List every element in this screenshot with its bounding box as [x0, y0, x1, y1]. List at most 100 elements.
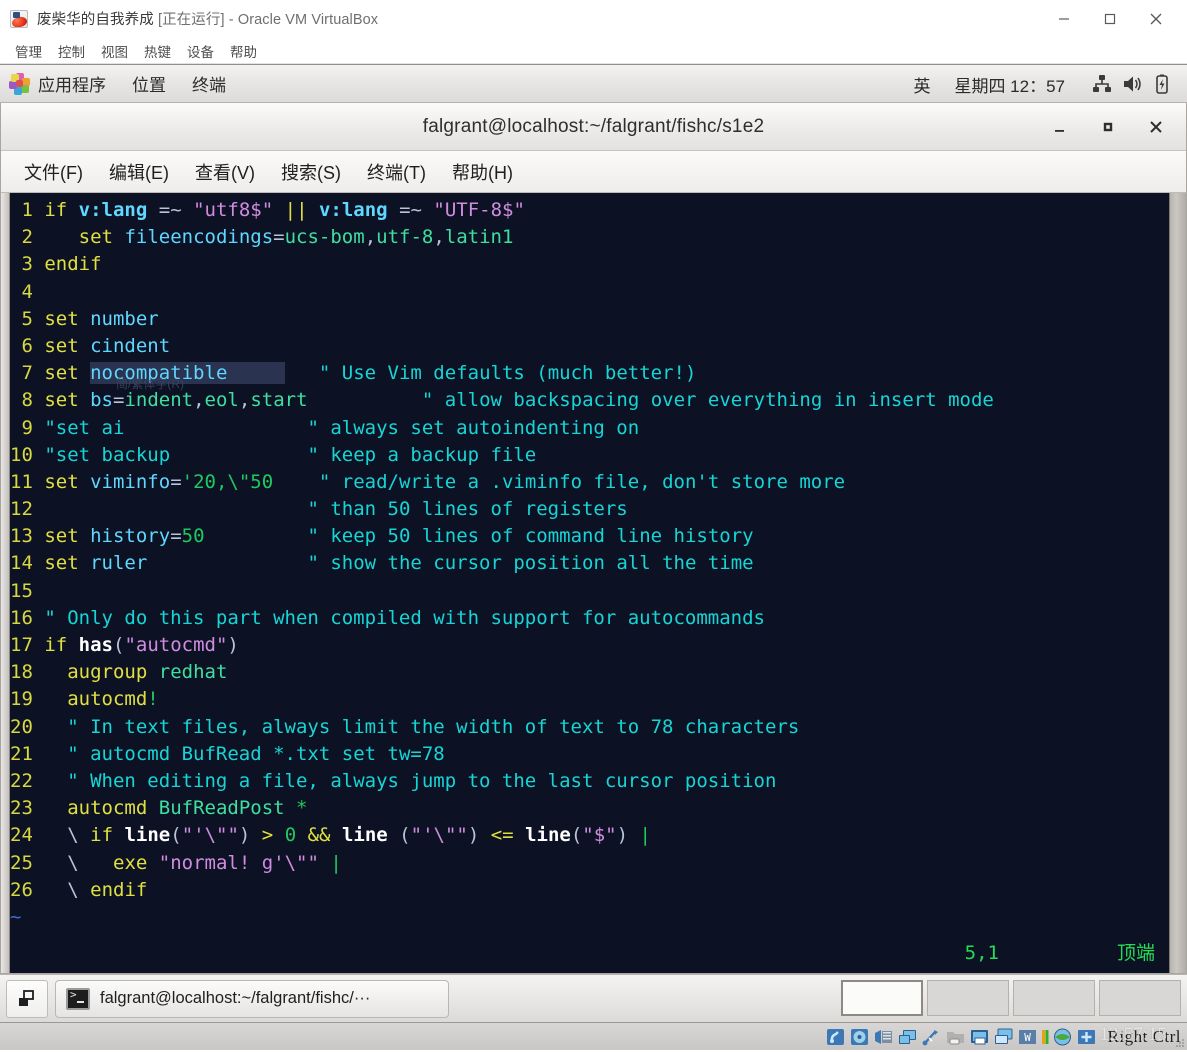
remote-display-icon[interactable]	[993, 1027, 1014, 1047]
terminal-window: falgrant@localhost:~/falgrant/fishc/s1e2…	[0, 103, 1187, 974]
maximize-icon[interactable]	[1084, 103, 1132, 151]
minimize-icon[interactable]	[1036, 103, 1084, 151]
code-line: 14 set ruler " show the cursor position …	[10, 550, 1169, 577]
battery-icon[interactable]	[1147, 65, 1177, 103]
code-line: 18 augroup redhat	[10, 659, 1169, 686]
tilde-filler: ~	[10, 904, 1169, 931]
display-icon[interactable]	[969, 1027, 990, 1047]
usb-icon[interactable]	[921, 1027, 942, 1047]
code-line: 11 set viminfo='20,\"50 " read/write a .…	[10, 469, 1169, 496]
network-icon[interactable]	[1087, 65, 1117, 103]
menu-edit[interactable]: 编辑(E)	[96, 157, 182, 187]
menu-terminal[interactable]: 终端(T)	[354, 157, 439, 187]
workspace-4[interactable]	[1099, 980, 1181, 1016]
code-line: 13 set history=50 " keep 50 lines of com…	[10, 523, 1169, 550]
code-line: 22 " When editing a file, always jump to…	[10, 768, 1169, 795]
panel-tray: 英 星期四 12：57	[913, 65, 1187, 103]
vim-position-label: 顶端	[1117, 940, 1155, 967]
code-line: 1 if v:lang =~ "utf8$" || v:lang =~ "UTF…	[10, 197, 1169, 224]
host-key-label: Right Ctrl	[1108, 1027, 1181, 1047]
shared-folder-icon[interactable]	[945, 1027, 966, 1047]
code-line: 20 " In text files, always limit the wid…	[10, 714, 1169, 741]
virtualbox-window: 废柴华的自我养成 [正在运行] - Oracle VM VirtualBox 管…	[0, 0, 1187, 1050]
virtualbox-statusbar: W Right Ctrl 12:57:15	[0, 1022, 1187, 1050]
vbox-menu-manage[interactable]: 管理	[8, 39, 49, 63]
code-line: 3 endif	[10, 251, 1169, 278]
terminal-left-scrollbar[interactable]	[1, 193, 10, 973]
minimize-icon[interactable]	[1041, 0, 1087, 38]
floppy-icon[interactable]	[873, 1027, 894, 1047]
gnome-taskbar: falgrant@localhost:~/falgrant/fishc/···	[0, 974, 1187, 1022]
show-desktop-icon[interactable]	[6, 980, 48, 1018]
code-line: 7 set nocompatible " Use Vim defaults (m…	[10, 360, 1169, 387]
close-icon[interactable]	[1132, 103, 1180, 151]
vim-buffer-text[interactable]: 1 if v:lang =~ "utf8$" || v:lang =~ "UTF…	[10, 193, 1169, 973]
vbox-menu-view[interactable]: 视图	[94, 39, 135, 63]
virtualbox-title-main: 废柴华的自我养成	[37, 12, 154, 28]
terminal-right-scrollbar[interactable]	[1169, 193, 1186, 973]
optical-disk-icon[interactable]	[849, 1027, 870, 1047]
vim-editor[interactable]: 1 if v:lang =~ "utf8$" || v:lang =~ "UTF…	[1, 193, 1186, 973]
virtualbox-window-controls	[1041, 0, 1187, 38]
volume-icon[interactable]	[1117, 65, 1147, 103]
code-line: 16 " Only do this part when compiled wit…	[10, 605, 1169, 632]
code-line: 4	[10, 279, 1169, 306]
cpu-load-icon[interactable]	[1041, 1027, 1049, 1047]
gnome-top-panel: 应用程序 位置 终端 英 星期四 12：57	[0, 65, 1187, 103]
panel-item-applications[interactable]: 应用程序	[38, 71, 106, 96]
workspace-2[interactable]	[927, 980, 1009, 1016]
maximize-icon[interactable]	[1087, 0, 1133, 38]
menu-view[interactable]: 查看(V)	[182, 157, 268, 187]
workspace-3[interactable]	[1013, 980, 1095, 1016]
virtualbox-icon	[10, 10, 28, 28]
vim-status-line: 5,1 顶端	[10, 940, 1169, 967]
code-line: 15	[10, 578, 1169, 605]
virtualbox-titlebar: 废柴华的自我养成 [正在运行] - Oracle VM VirtualBox	[0, 0, 1187, 38]
code-line: 26 \ endif	[10, 877, 1169, 904]
terminal-title: falgrant@localhost:~/falgrant/fishc/s1e2	[423, 116, 765, 138]
input-method-indicator[interactable]: 英	[913, 72, 930, 97]
terminal-titlebar: falgrant@localhost:~/falgrant/fishc/s1e2	[1, 103, 1186, 151]
vbox-menu-control[interactable]: 控制	[51, 39, 92, 63]
terminal-icon	[66, 988, 90, 1010]
code-line: 24 \ if line("'\"") > 0 && line ("'\"") …	[10, 822, 1169, 849]
applications-pinwheel-icon[interactable]	[9, 73, 31, 95]
menu-search[interactable]: 搜索(S)	[268, 157, 354, 187]
recording-icon[interactable]: W	[1017, 1027, 1038, 1047]
resize-grip[interactable]	[1175, 1038, 1185, 1048]
mouse-capture-icon[interactable]	[1076, 1027, 1097, 1047]
taskbar-window-label: falgrant@localhost:~/falgrant/fishc/···	[100, 989, 370, 1008]
menu-file[interactable]: 文件(F)	[11, 157, 96, 187]
taskbar-window-terminal[interactable]: falgrant@localhost:~/falgrant/fishc/···	[55, 980, 449, 1018]
code-line: 19 autocmd!	[10, 686, 1169, 713]
globe-icon[interactable]	[1052, 1027, 1073, 1047]
code-line: 23 autocmd BufReadPost *	[10, 795, 1169, 822]
code-line: 21 " autocmd BufRead *.txt set tw=78	[10, 741, 1169, 768]
vbox-menu-devices[interactable]: 设备	[180, 39, 221, 63]
code-line: 25 \ exe "normal! g'\"" |	[10, 850, 1169, 877]
code-line: 10 "set backup " keep a backup file	[10, 442, 1169, 469]
code-line: 2 set fileencodings=ucs-bom,utf-8,latin1	[10, 224, 1169, 251]
workspace-switcher	[841, 980, 1181, 1016]
workspace-1[interactable]	[841, 980, 923, 1016]
terminal-menubar: 文件(F) 编辑(E) 查看(V) 搜索(S) 终端(T) 帮助(H)	[1, 151, 1186, 193]
network-icon[interactable]	[897, 1027, 918, 1047]
panel-item-terminal[interactable]: 终端	[192, 71, 226, 96]
close-icon[interactable]	[1133, 0, 1179, 38]
code-line: 12 " than 50 lines of registers	[10, 496, 1169, 523]
vim-ruler: 5,1	[965, 940, 999, 967]
virtualbox-menubar: 管理 控制 视图 热键 设备 帮助	[0, 38, 1187, 64]
panel-item-places[interactable]: 位置	[132, 71, 166, 96]
virtualbox-title-suffix: - Oracle VM VirtualBox	[229, 12, 378, 28]
code-line: 6 set cindent	[10, 333, 1169, 360]
vbox-menu-hotkeys[interactable]: 热键	[137, 39, 178, 63]
code-line: 9 "set ai " always set autoindenting on	[10, 415, 1169, 442]
terminal-window-controls	[1036, 103, 1180, 151]
virtualbox-title: 废柴华的自我养成 [正在运行] - Oracle VM VirtualBox	[37, 8, 378, 29]
hard-disk-icon[interactable]	[825, 1027, 846, 1047]
svg-text:W: W	[1024, 1031, 1031, 1044]
panel-clock[interactable]: 星期四 12：57	[954, 72, 1065, 97]
menu-help[interactable]: 帮助(H)	[439, 157, 526, 187]
guest-screen: 应用程序 位置 终端 英 星期四 12：57	[0, 64, 1187, 1022]
vbox-menu-help[interactable]: 帮助	[223, 39, 264, 63]
